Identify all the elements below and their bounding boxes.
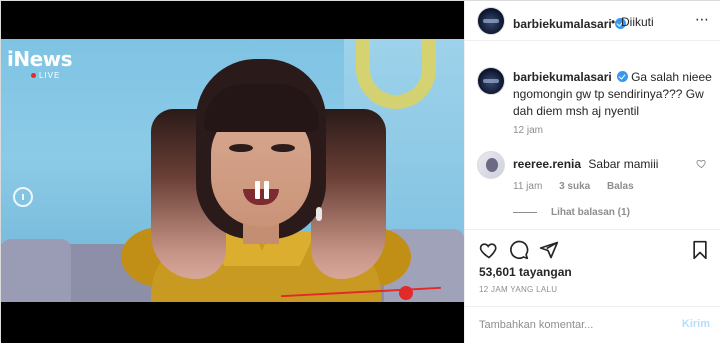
post-caption: barbiekumalasari Ga salah nieee ngomongi… bbox=[513, 69, 713, 120]
verified-badge-icon bbox=[616, 71, 628, 82]
author-avatar[interactable] bbox=[477, 7, 505, 35]
comment-time[interactable]: 11 jam bbox=[513, 181, 542, 192]
comment-composer: Kirim bbox=[465, 306, 720, 343]
caption-username[interactable]: barbiekumalasari bbox=[513, 70, 612, 84]
bookmark-icon[interactable] bbox=[690, 240, 710, 260]
comment-like-icon[interactable] bbox=[696, 158, 707, 169]
comment-item: reeree.renia Sabar mamiii bbox=[513, 157, 658, 171]
live-dot bbox=[31, 73, 36, 78]
post-header: barbiekumalasari • Diikuti ⋯ bbox=[465, 1, 720, 41]
header-separator: • bbox=[611, 15, 616, 29]
more-options-icon[interactable]: ⋯ bbox=[695, 11, 710, 28]
comment-meta: 11 jam 3 suka Balas bbox=[513, 181, 648, 192]
comment-username[interactable]: reeree.renia bbox=[513, 157, 581, 171]
pause-icon[interactable] bbox=[255, 181, 271, 199]
view-replies-button[interactable]: Lihat balasan (1) bbox=[513, 207, 630, 218]
post-timestamp[interactable]: 12 JAM YANG LALU bbox=[479, 285, 557, 294]
channel-logo: iNews bbox=[7, 47, 73, 71]
caption-avatar[interactable] bbox=[477, 67, 505, 95]
share-icon[interactable] bbox=[539, 240, 559, 260]
reply-button[interactable]: Balas bbox=[607, 181, 634, 192]
view-replies-label: Lihat balasan (1) bbox=[551, 207, 630, 218]
video-overlay-dot bbox=[399, 286, 413, 300]
author-username-row: barbiekumalasari bbox=[513, 15, 626, 33]
video-player[interactable]: iNews LIVE bbox=[1, 1, 464, 343]
comment-likes[interactable]: 3 suka bbox=[559, 181, 590, 192]
video-frame bbox=[1, 39, 464, 302]
comment-text: Sabar mamiii bbox=[588, 157, 659, 171]
comment-icon[interactable] bbox=[509, 240, 529, 260]
caption-time[interactable]: 12 jam bbox=[513, 125, 543, 136]
commenter-avatar[interactable] bbox=[477, 151, 505, 179]
replay-icon[interactable] bbox=[13, 187, 33, 207]
post-actions bbox=[465, 229, 720, 265]
follow-status-button[interactable]: Diikuti bbox=[621, 15, 654, 29]
view-count[interactable]: 53,601 tayangan bbox=[479, 265, 572, 279]
comment-input[interactable] bbox=[479, 315, 669, 335]
post-comment-button[interactable]: Kirim bbox=[682, 318, 710, 330]
post-sidebar: barbiekumalasari • Diikuti ⋯ barbiekumal… bbox=[464, 1, 720, 343]
live-label: LIVE bbox=[39, 71, 61, 80]
heart-icon[interactable] bbox=[479, 240, 499, 260]
instagram-post-frame: iNews LIVE barbiekumalasari • Diikuti ⋯ … bbox=[0, 0, 720, 343]
author-username[interactable]: barbiekumalasari bbox=[513, 17, 612, 31]
